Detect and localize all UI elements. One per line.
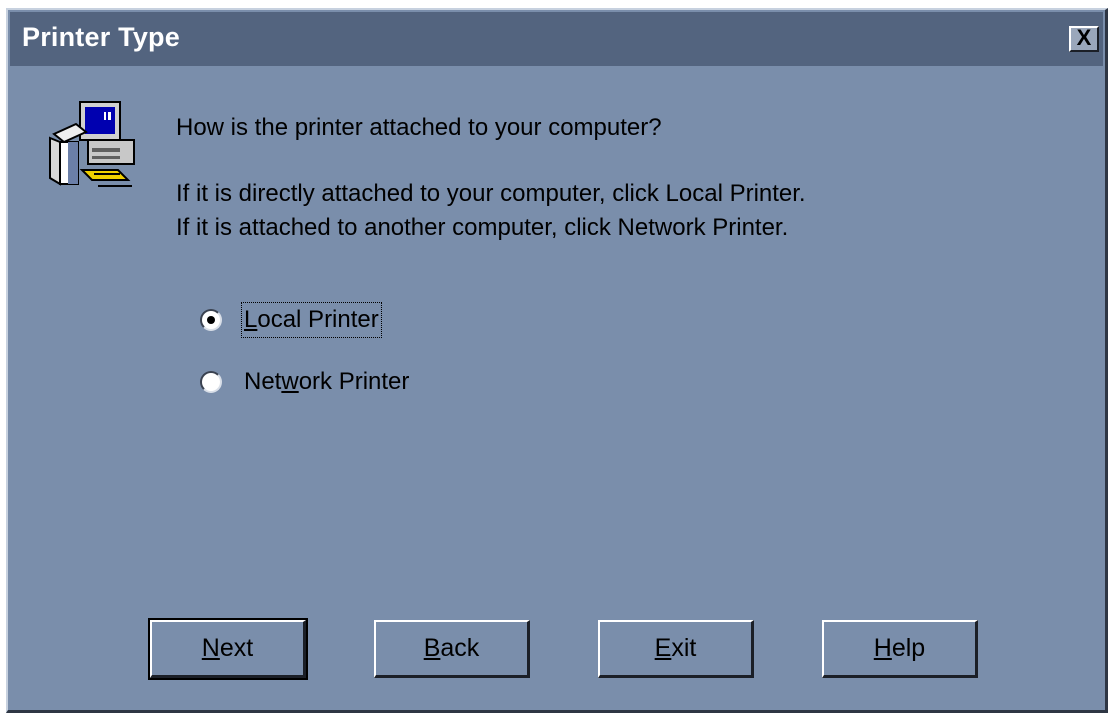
question-text: How is the printer attached to your comp… (176, 114, 662, 141)
close-icon: X (1076, 25, 1092, 50)
local-printer-radio[interactable] (200, 309, 222, 331)
network-printer-radio[interactable] (200, 371, 222, 393)
exit-button[interactable]: Exit (598, 620, 754, 678)
back-button[interactable]: Back (374, 620, 530, 678)
title-bar: Printer Type X (10, 12, 1103, 66)
option-local-printer[interactable]: Local Printer (200, 300, 382, 340)
close-button[interactable]: X (1069, 26, 1099, 52)
computer-printer-icon (49, 101, 135, 187)
network-printer-label[interactable]: Network Printer (242, 365, 411, 399)
next-button[interactable]: Next (148, 618, 308, 680)
radio-selected-dot (207, 316, 215, 324)
option-network-printer[interactable]: Network Printer (200, 362, 411, 402)
help-button[interactable]: Help (822, 620, 978, 678)
dialog-title: Printer Type (22, 22, 180, 52)
instruction-local: If it is directly attached to your compu… (176, 180, 806, 207)
instruction-network: If it is attached to another computer, c… (176, 214, 789, 241)
local-printer-label[interactable]: Local Printer (241, 302, 382, 338)
